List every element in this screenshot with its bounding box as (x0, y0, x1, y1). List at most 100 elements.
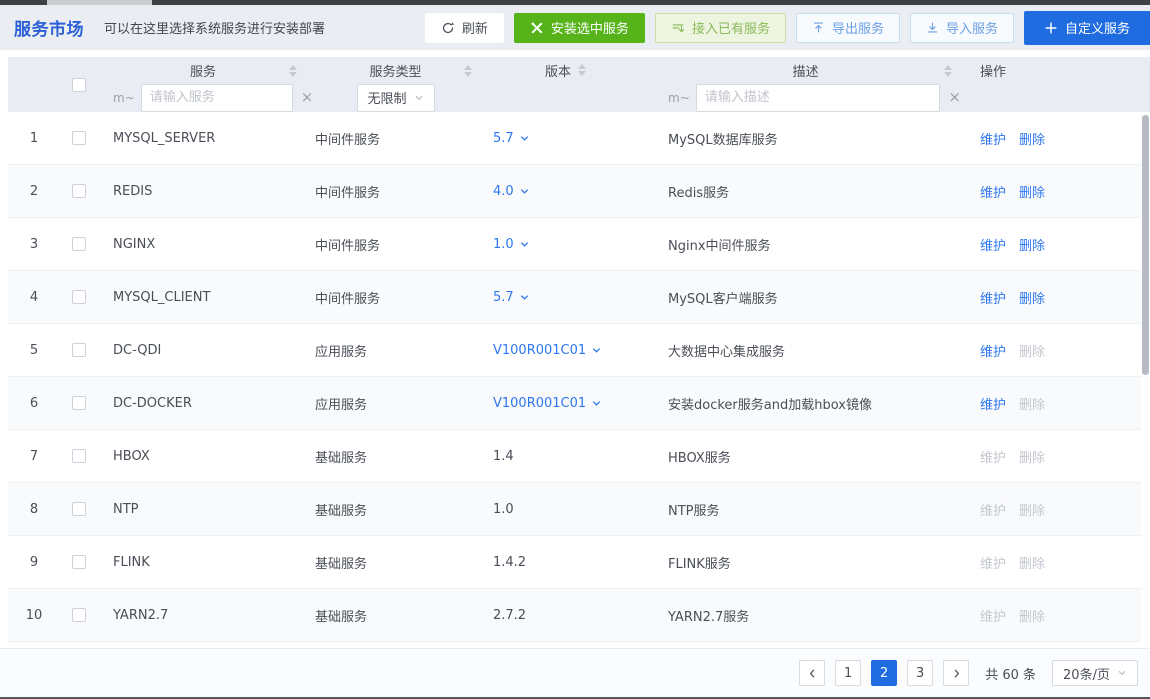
maintain-link: 维护 (980, 553, 1006, 572)
row-checkbox[interactable] (72, 131, 86, 145)
row-checkbox[interactable] (72, 608, 86, 622)
actions-column-label: 操作 (980, 61, 1006, 80)
row-checkbox[interactable] (72, 184, 86, 198)
import-button-label: 导入服务 (946, 18, 998, 37)
row-checkbox-cell (60, 343, 98, 357)
row-checkbox[interactable] (72, 396, 86, 410)
version-dropdown[interactable]: 4.0 (493, 184, 530, 199)
table-body: 1 MYSQL_SERVER 中间件服务 5.7 MySQL数据库服务 维护 删… (8, 112, 1141, 642)
type-column-header: 服务类型 (308, 57, 483, 83)
description-filter-mode: m~ (668, 91, 690, 105)
service-type: 中间件服务 (308, 235, 483, 254)
service-type: 应用服务 (308, 341, 483, 360)
import-button[interactable]: 导入服务 (910, 13, 1014, 43)
version-dropdown: 2.7.2 (493, 608, 526, 623)
row-checkbox[interactable] (72, 343, 86, 357)
row-checkbox-cell (60, 131, 98, 145)
plus-icon (1044, 21, 1058, 35)
row-index: 8 (8, 502, 60, 517)
service-name: NTP (98, 502, 308, 517)
row-index: 7 (8, 449, 60, 464)
version-value: V100R001C01 (493, 396, 586, 411)
service-description: FLINK服务 (648, 553, 963, 572)
type-column-label: 服务类型 (369, 61, 421, 80)
services-table: 服务 m~ × 服务类型 无限制 (8, 57, 1141, 642)
prev-page-button[interactable] (799, 660, 825, 686)
maintain-link[interactable]: 维护 (980, 341, 1006, 360)
service-filter-mode: m~ (113, 91, 135, 105)
connect-existing-button[interactable]: 接入已有服务 (655, 13, 786, 43)
version-value: 1.0 (493, 502, 514, 517)
index-column-header (8, 57, 60, 112)
row-index: 4 (8, 290, 60, 305)
maintain-link[interactable]: 维护 (980, 394, 1006, 413)
delete-link[interactable]: 删除 (1019, 288, 1045, 307)
delete-link: 删除 (1019, 500, 1045, 519)
select-all-cell (60, 57, 98, 112)
maintain-link[interactable]: 维护 (980, 129, 1006, 148)
delete-link[interactable]: 删除 (1019, 129, 1045, 148)
service-column-header: 服务 (98, 57, 308, 83)
version-value: 4.0 (493, 184, 514, 199)
refresh-button[interactable]: 刷新 (425, 13, 504, 43)
import-icon (926, 21, 939, 34)
service-name: MYSQL_CLIENT (98, 290, 308, 305)
delete-link: 删除 (1019, 394, 1045, 413)
total-count: 共 60 条 (985, 664, 1036, 683)
version-dropdown[interactable]: V100R001C01 (493, 343, 602, 358)
service-type: 中间件服务 (308, 182, 483, 201)
row-checkbox[interactable] (72, 237, 86, 251)
maintain-link[interactable]: 维护 (980, 288, 1006, 307)
delete-link: 删除 (1019, 553, 1045, 572)
install-selected-label: 安装选中服务 (551, 18, 629, 37)
export-button[interactable]: 导出服务 (796, 13, 900, 43)
service-description: HBOX服务 (648, 447, 963, 466)
service-filter-input[interactable] (141, 84, 293, 112)
maintain-link: 维护 (980, 500, 1006, 519)
description-filter-clear-icon[interactable]: × (946, 90, 963, 105)
page-1-button[interactable]: 1 (835, 660, 861, 686)
row-index: 3 (8, 237, 60, 252)
version-dropdown[interactable]: 5.7 (493, 131, 530, 146)
version-dropdown[interactable]: 5.7 (493, 290, 530, 305)
type-sort-icon[interactable] (464, 65, 472, 77)
service-sort-icon[interactable] (289, 65, 297, 77)
table-row: 10 YARN2.7 基础服务 2.7.2 YARN2.7服务 维护 删除 (8, 589, 1141, 642)
page-3-button[interactable]: 3 (907, 660, 933, 686)
install-selected-button[interactable]: 安装选中服务 (514, 13, 645, 43)
delete-link[interactable]: 删除 (1019, 235, 1045, 254)
description-sort-icon[interactable] (944, 65, 952, 77)
table-row: 2 REDIS 中间件服务 4.0 Redis服务 维护 删除 (8, 165, 1141, 218)
next-page-button[interactable] (943, 660, 969, 686)
row-checkbox[interactable] (72, 502, 86, 516)
chevron-down-icon (591, 345, 602, 356)
row-checkbox-cell (60, 184, 98, 198)
row-checkbox[interactable] (72, 555, 86, 569)
table-row: 8 NTP 基础服务 1.0 NTP服务 维护 删除 (8, 483, 1141, 536)
row-checkbox[interactable] (72, 449, 86, 463)
chevron-down-icon (519, 239, 530, 250)
maintain-link: 维护 (980, 606, 1006, 625)
page-size-select[interactable]: 20条/页 (1052, 660, 1138, 686)
maintain-link[interactable]: 维护 (980, 235, 1006, 254)
custom-service-label: 自定义服务 (1065, 18, 1130, 37)
delete-link[interactable]: 删除 (1019, 182, 1045, 201)
delete-link: 删除 (1019, 341, 1045, 360)
delete-link: 删除 (1019, 606, 1045, 625)
version-sort-icon[interactable] (578, 64, 586, 76)
service-type: 基础服务 (308, 500, 483, 519)
type-filter-select[interactable]: 无限制 (357, 84, 435, 112)
maintain-link[interactable]: 维护 (980, 182, 1006, 201)
service-description: 安装docker服务and加载hbox镜像 (648, 394, 963, 413)
select-all-checkbox[interactable] (72, 78, 86, 92)
custom-service-button[interactable]: 自定义服务 (1024, 11, 1150, 45)
service-name: DC-DOCKER (98, 396, 308, 411)
page-2-button[interactable]: 2 (871, 660, 897, 686)
vertical-scrollbar-thumb[interactable] (1142, 115, 1149, 375)
description-column-header: 描述 (648, 57, 963, 83)
row-checkbox[interactable] (72, 290, 86, 304)
service-market-window: 服务市场 可以在这里选择系统服务进行安装部署 刷新 安装选中服务 接入已有服务 (0, 0, 1150, 699)
description-filter-input[interactable] (696, 84, 941, 112)
version-dropdown[interactable]: V100R001C01 (493, 396, 602, 411)
version-dropdown[interactable]: 1.0 (493, 237, 530, 252)
